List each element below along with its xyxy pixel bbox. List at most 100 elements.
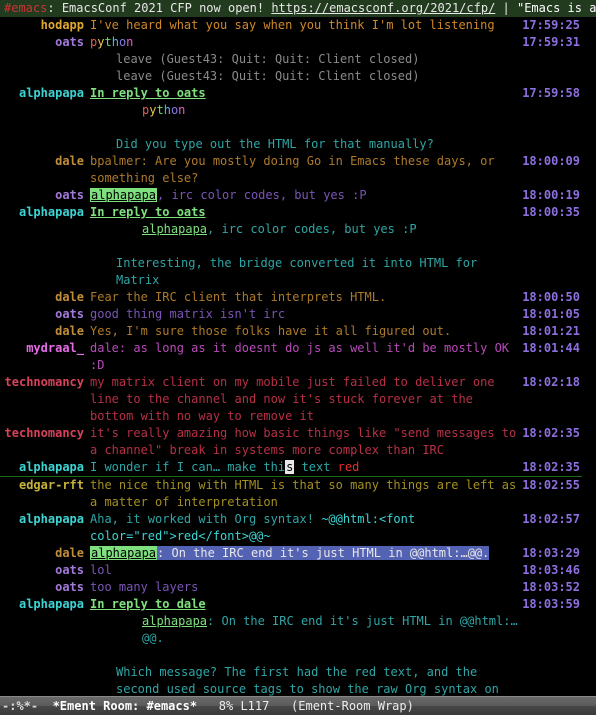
inline-nick-link[interactable]: alphapapa [142, 614, 207, 628]
header-url[interactable]: https://emacsconf.org/2021/cfp/ [271, 1, 495, 15]
message-body: Yes, I'm sure those folks have it all fi… [90, 323, 522, 340]
chat-row: Did you type out the HTML for that manua… [0, 136, 582, 153]
timestamp: 18:03:29 [522, 545, 582, 562]
message-body: python [90, 34, 522, 51]
mention-pill[interactable]: alphapapa [90, 546, 157, 560]
timestamp: 18:01:44 [522, 340, 582, 357]
timestamp: 18:03:52 [522, 579, 582, 596]
message-body: the nice thing with HTML is that so many… [90, 477, 522, 511]
nick: oats [0, 187, 90, 204]
nick: dale [0, 323, 90, 340]
message-body: Did you type out the HTML for that manua… [90, 136, 522, 153]
chat-log: hodappI've heard what you say when you t… [0, 17, 582, 697]
reply-target[interactable]: dale [177, 597, 206, 611]
message-body: lol [90, 562, 522, 579]
message-body: it's really amazing how basic things lik… [90, 425, 522, 459]
nick: dale [0, 289, 90, 306]
timestamp: 17:59:31 [522, 34, 582, 51]
reply-target[interactable]: oats [177, 205, 206, 219]
chat-row: technomancyit's really amazing how basic… [0, 425, 582, 459]
timestamp: 18:02:35 [522, 459, 582, 476]
message-body: bpalmer: Are you mostly doing Go in Emac… [90, 153, 522, 187]
reply-link[interactable]: In reply to [90, 597, 177, 611]
chat-row: oatslol18:03:46 [0, 562, 582, 579]
message-body: dale: as long as it doesnt do js as well… [90, 340, 522, 374]
message-body: Interesting, the bridge converted it int… [90, 255, 522, 289]
python-rainbow: python [90, 35, 133, 49]
nick: oats [0, 579, 90, 596]
reply-link[interactable]: In reply to [90, 205, 177, 219]
message-body: alphapapa: On the IRC end it's just HTML… [90, 545, 522, 562]
chat-scroll[interactable]: hodappI've heard what you say when you t… [0, 17, 596, 697]
message-body: leave (Guest43: Quit: Quit: Client close… [90, 51, 522, 68]
modeline-buffer: *Ement Room: #emacs* [53, 698, 198, 715]
chat-row: technomancymy matrix client on my mobile… [0, 374, 582, 425]
message-body: Which message? The first had the red tex… [90, 664, 522, 697]
nick: edgar-rft [0, 477, 90, 494]
nick: alphapapa [0, 204, 90, 221]
nick: alphapapa [0, 596, 90, 613]
chat-row: hodappI've heard what you say when you t… [0, 17, 582, 34]
message-body: In reply to oats [90, 85, 522, 102]
nick: oats [0, 306, 90, 323]
reply-link[interactable]: In reply to [90, 86, 177, 100]
nick: dale [0, 153, 90, 170]
timestamp: 18:02:55 [522, 477, 582, 494]
message-body: python [90, 102, 522, 119]
chat-row: leave (Guest43: Quit: Quit: Client close… [0, 51, 582, 68]
nick: technomancy [0, 374, 90, 391]
header-channel: #emacs [4, 1, 47, 15]
message-body: I've heard what you say when you think I… [90, 17, 522, 34]
nick: alphapapa [0, 511, 90, 528]
nick: oats [0, 34, 90, 51]
timestamp: 18:02:35 [522, 425, 582, 442]
nick: dale [0, 545, 90, 562]
message-body: my matrix client on my mobile just faile… [90, 374, 522, 425]
header-topic: #emacs: EmacsConf 2021 CFP now open! htt… [0, 0, 596, 17]
timestamp: 17:59:25 [522, 17, 582, 34]
chat-row: alphapapaAha, it worked with Org syntax!… [0, 511, 582, 545]
message-body: alphapapa: On the IRC end it's just HTML… [90, 613, 522, 647]
chat-row: leave (Guest43: Quit: Quit: Client close… [0, 68, 582, 85]
timestamp: 18:01:05 [522, 306, 582, 323]
chat-row: oatsgood thing matrix isn't irc18:01:05 [0, 306, 582, 323]
chat-row: alphapapaIn reply to oats17:59:58 [0, 85, 582, 102]
message-body: In reply to dale [90, 596, 522, 613]
message-body: Fear the IRC client that interprets HTML… [90, 289, 522, 306]
message-body: too many layers [90, 579, 522, 596]
modeline-position: L117 [240, 698, 269, 715]
reply-target[interactable]: oats [177, 86, 206, 100]
message-body: alphapapa, irc color codes, but yes :P [90, 221, 522, 238]
timestamp: 18:00:35 [522, 204, 582, 221]
python-rainbow: python [142, 103, 185, 117]
chat-row: daleFear the IRC client that interprets … [0, 289, 582, 306]
inline-nick-link[interactable]: alphapapa [142, 222, 207, 236]
chat-row: alphapapaIn reply to dale18:03:59 [0, 596, 582, 613]
modeline: -:%*- *Ement Room: #emacs* 8% L117 (Emen… [0, 696, 596, 715]
chat-row: alphapapaIn reply to oats18:00:35 [0, 204, 582, 221]
mention-pill[interactable]: alphapapa [90, 188, 157, 202]
nick: technomancy [0, 425, 90, 442]
chat-row: alphapapaI wonder if I can… make this te… [0, 459, 582, 476]
timestamp: 18:02:57 [522, 511, 582, 528]
timestamp: 18:00:09 [522, 153, 582, 170]
message-body: Aha, it worked with Org syntax! ~@@html:… [90, 511, 522, 545]
chat-row: oatstoo many layers18:03:52 [0, 579, 582, 596]
chat-row: python [0, 102, 582, 119]
nick: alphapapa [0, 459, 90, 476]
nick: oats [0, 562, 90, 579]
timestamp: 18:03:46 [522, 562, 582, 579]
emacs-ement-room: { "header": { "channel": "#emacs", "sep1… [0, 0, 596, 715]
nick: mydraal_ [0, 340, 90, 357]
chat-row: edgar-rftthe nice thing with HTML is tha… [0, 477, 582, 511]
message-body: good thing matrix isn't irc [90, 306, 522, 323]
chat-row: alphapapa: On the IRC end it's just HTML… [0, 613, 582, 647]
timestamp: 18:03:59 [522, 596, 582, 613]
chat-row: alphapapa, irc color codes, but yes :P [0, 221, 582, 238]
message-body: alphapapa, irc color codes, but yes :P [90, 187, 522, 204]
message-body: I wonder if I can… make this text red [90, 459, 522, 476]
timestamp: 18:02:18 [522, 374, 582, 391]
chat-row: dalebpalmer: Are you mostly doing Go in … [0, 153, 582, 187]
message-body: In reply to oats [90, 204, 522, 221]
chat-row: dalealphapapa: On the IRC end it's just … [0, 545, 582, 562]
